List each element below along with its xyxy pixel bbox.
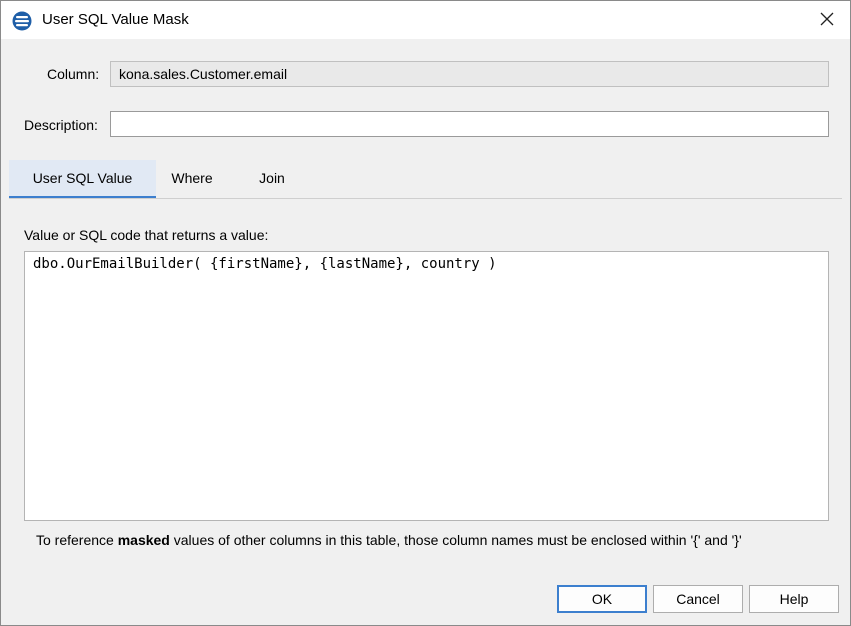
help-button[interactable]: Help — [749, 585, 839, 613]
dialog-window: User SQL Value Mask Column: kona.sales.C… — [0, 0, 851, 626]
sql-value-label: Value or SQL code that returns a value: — [24, 227, 269, 243]
tab-bar: User SQL Value Where Join — [9, 160, 842, 199]
ok-button[interactable]: OK — [557, 585, 647, 613]
description-input[interactable] — [110, 111, 829, 137]
sql-code-editor[interactable]: dbo.OurEmailBuilder( {firstName}, {lastN… — [24, 251, 829, 521]
database-stack-icon — [12, 11, 32, 31]
title-bar[interactable]: User SQL Value Mask — [1, 1, 850, 39]
tab-user-sql-value[interactable]: User SQL Value — [9, 160, 156, 198]
masking-hint: To reference masked values of other colu… — [36, 532, 742, 548]
close-icon — [820, 12, 834, 29]
window-title: User SQL Value Mask — [42, 11, 189, 28]
description-label: Description: — [24, 117, 98, 133]
hint-prefix: To reference — [36, 532, 118, 548]
tab-join[interactable]: Join — [239, 160, 305, 196]
close-button[interactable] — [804, 1, 850, 39]
hint-suffix: values of other columns in this table, t… — [169, 532, 742, 548]
column-label: Column: — [47, 66, 100, 82]
cancel-button[interactable]: Cancel — [653, 585, 743, 613]
column-field: kona.sales.Customer.email — [110, 61, 829, 87]
tab-where[interactable]: Where — [156, 160, 228, 196]
hint-bold: masked — [117, 532, 170, 548]
